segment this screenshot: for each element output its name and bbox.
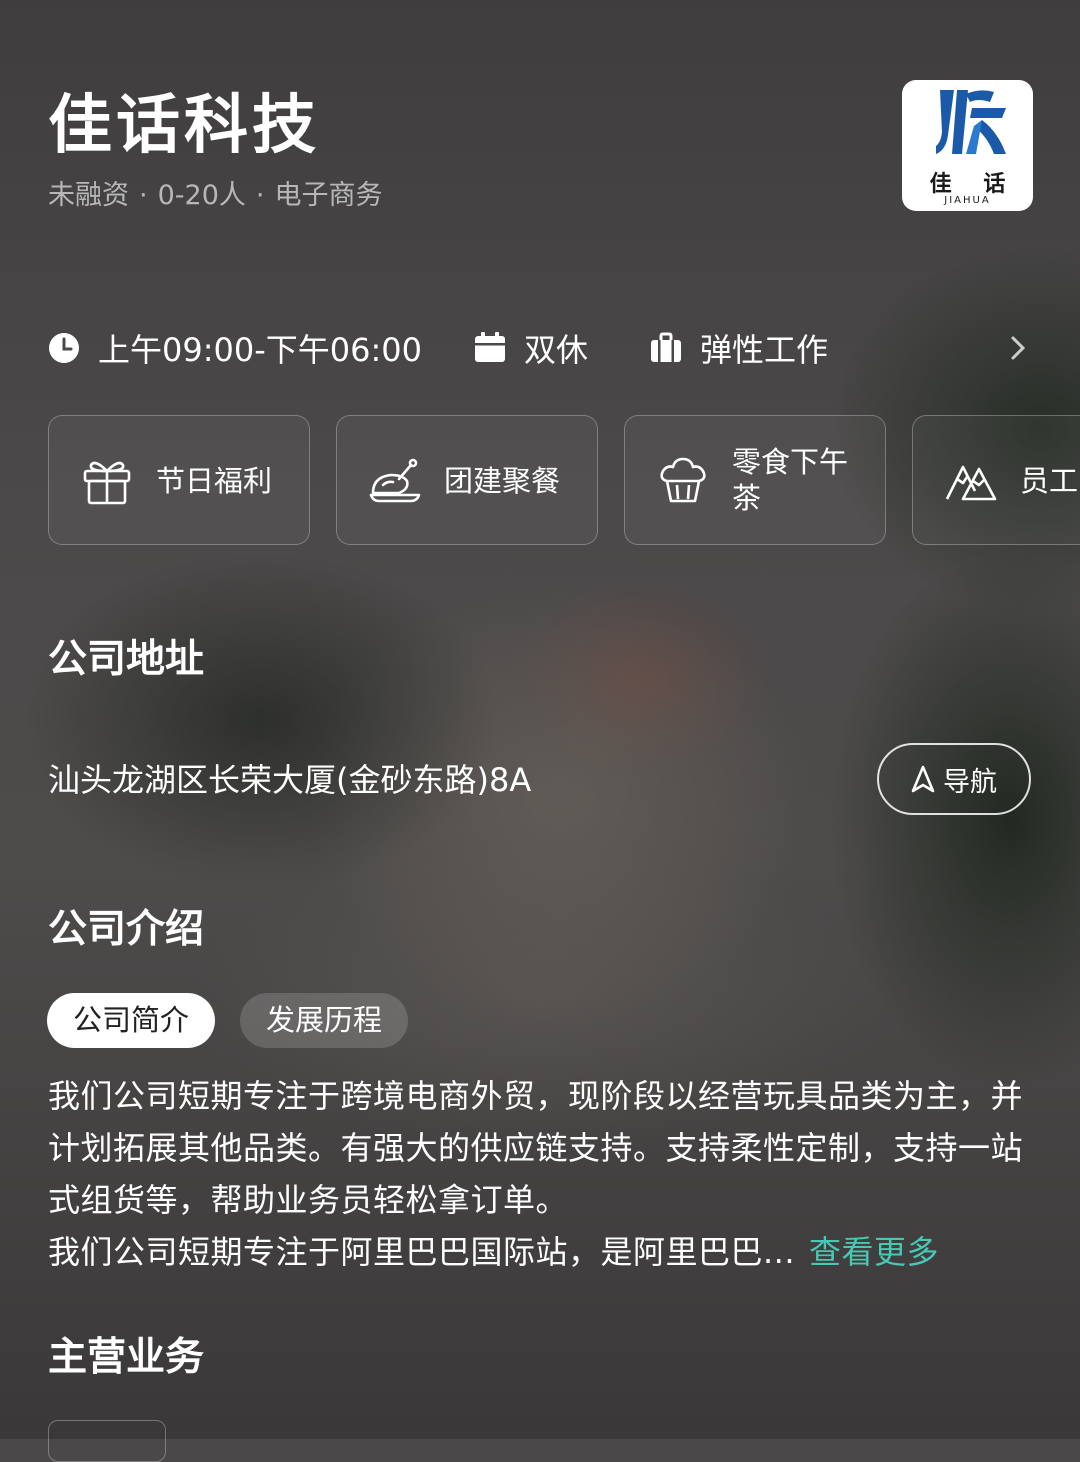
company-size: 0-20人	[157, 180, 246, 211]
navigate-button[interactable]: 导航	[877, 743, 1031, 815]
benefit-label: 员工	[1020, 464, 1079, 498]
business-section-title: 主营业务	[48, 1335, 205, 1380]
tab-company-profile[interactable]: 公司简介	[47, 993, 215, 1048]
rest-days: 双休	[474, 324, 588, 372]
work-hours: 上午09:00-下午06:00	[48, 324, 422, 372]
benefits-scroller[interactable]: 节日福利 团建聚餐 零食下午茶 员工	[48, 415, 1080, 547]
benefit-card-staff[interactable]: 员工	[912, 415, 1080, 545]
tab-development-history[interactable]: 发展历程	[240, 993, 408, 1048]
benefit-card-team-dinner[interactable]: 团建聚餐	[336, 415, 598, 545]
work-hours-text: 上午09:00-下午06:00	[98, 331, 422, 369]
gift-icon	[83, 461, 131, 505]
company-page: 佳话科技 未融资 · 0-20人 · 电子商务 佳 话 JIAHUA 上午09:00-下…	[0, 0, 1080, 1462]
navigation-arrow-icon	[911, 765, 935, 793]
work-mode-text: 弹性工作	[700, 331, 829, 369]
intro-paragraph-truncated: 我们公司短期专注于阿里巴巴国际站，是阿里巴巴... 查看更多	[48, 1226, 1038, 1278]
company-logo: 佳 话 JIAHUA	[902, 80, 1033, 211]
benefit-card-snacks[interactable]: 零食下午茶	[624, 415, 886, 545]
work-info-row[interactable]: 上午09:00-下午06:00 双休 弹性工作	[48, 324, 1032, 372]
cupcake-icon	[660, 457, 706, 503]
see-more-link[interactable]: 查看更多	[809, 1233, 939, 1271]
logo-text-cn: 佳 话	[929, 172, 1018, 197]
intro-paragraph-2: 我们公司短期专注于阿里巴巴国际站，是阿里巴巴...	[48, 1233, 796, 1271]
address-section-title: 公司地址	[48, 637, 205, 682]
company-address: 汕头龙湖区长荣大厦(金砂东路)8A	[48, 761, 532, 799]
separator: ·	[255, 180, 265, 211]
business-tag-card[interactable]	[48, 1420, 166, 1462]
navigate-button-label: 导航	[943, 766, 997, 798]
separator: ·	[139, 180, 148, 211]
clock-icon	[49, 333, 79, 363]
benefit-card-festival[interactable]: 节日福利	[48, 415, 310, 545]
benefit-label: 节日福利	[156, 464, 273, 498]
company-meta: 未融资 · 0-20人 · 电子商务	[48, 178, 382, 214]
chevron-right-icon[interactable]	[1004, 332, 1032, 364]
roast-chicken-icon	[369, 458, 421, 503]
intro-paragraph: 我们公司短期专注于跨境电商外贸，现阶段以经营玩具品类为主，并计划拓展其他品类。有…	[48, 1077, 1024, 1219]
mountain-icon	[945, 465, 997, 501]
rest-days-text: 双休	[524, 331, 589, 369]
logo-text-en: JIAHUA	[944, 195, 991, 206]
company-intro-text: 我们公司短期专注于跨境电商外贸，现阶段以经营玩具品类为主，并计划拓展其他品类。有…	[48, 1070, 1038, 1278]
company-name: 佳话科技	[48, 89, 320, 163]
benefit-label: 零食下午茶	[732, 445, 849, 515]
benefit-label: 团建聚餐	[444, 464, 561, 498]
intro-section-title: 公司介绍	[48, 907, 205, 952]
calendar-icon	[475, 332, 505, 362]
funding-stage: 未融资	[48, 180, 129, 211]
work-mode: 弹性工作	[650, 324, 828, 372]
briefcase-icon	[651, 332, 681, 362]
industry: 电子商务	[274, 180, 383, 211]
